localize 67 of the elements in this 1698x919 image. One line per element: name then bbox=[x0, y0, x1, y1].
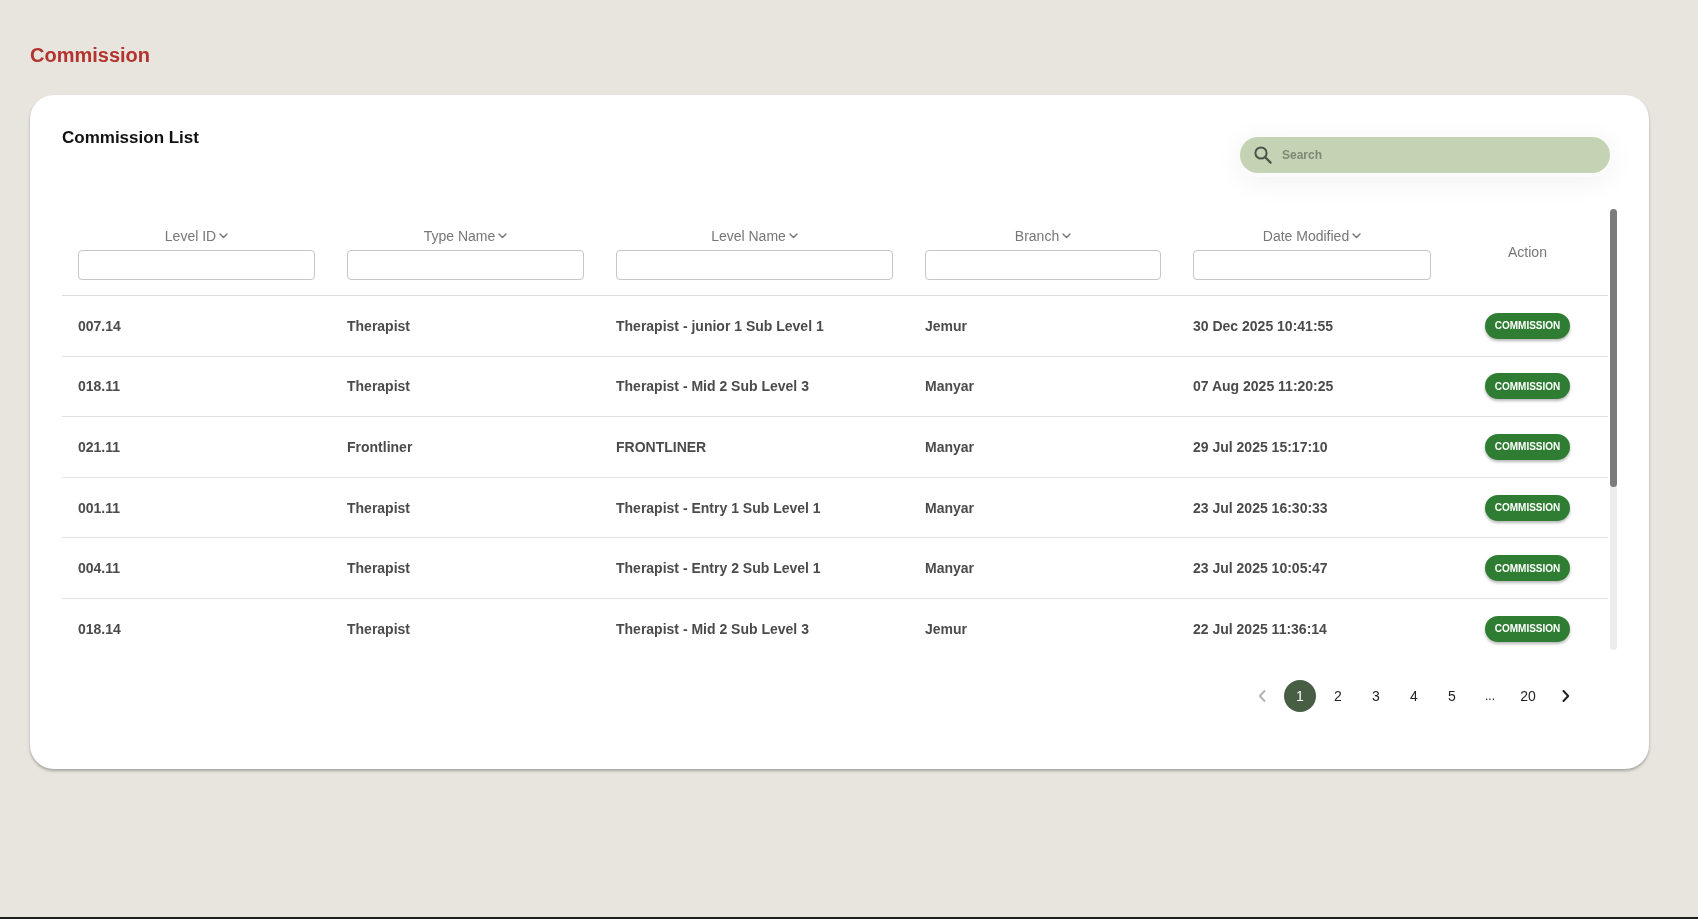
table-cell: Therapist - Entry 2 Sub Level 1 bbox=[616, 560, 821, 577]
column-header[interactable]: Level ID bbox=[164, 227, 229, 245]
commission-button[interactable]: COMMISSION bbox=[1485, 373, 1570, 400]
chevron-down-icon bbox=[1062, 233, 1072, 239]
table-cell: Therapist bbox=[347, 378, 410, 395]
page-button[interactable]: 20 bbox=[1512, 680, 1544, 712]
card-title: Commission List bbox=[62, 127, 199, 149]
table-cell: Therapist bbox=[347, 620, 410, 637]
table-cell: Therapist bbox=[347, 560, 410, 577]
table-cell: 018.11 bbox=[78, 378, 121, 395]
table-cell: Therapist - junior 1 Sub Level 1 bbox=[616, 317, 824, 334]
table-cell: 007.14 bbox=[78, 317, 121, 334]
table-cell: Therapist bbox=[347, 499, 410, 516]
table-cell: 23 Jul 2025 10:05:47 bbox=[1193, 560, 1328, 577]
table-cell: Jemur bbox=[925, 317, 968, 334]
filter-field[interactable] bbox=[347, 250, 584, 280]
column-header: Action bbox=[1508, 243, 1547, 261]
search-icon bbox=[1254, 146, 1272, 164]
table-cell: 004.11 bbox=[78, 560, 121, 577]
pagination-ellipsis: ... bbox=[1484, 688, 1496, 705]
table-cell: 23 Jul 2025 16:30:33 bbox=[1193, 499, 1328, 516]
commission-button[interactable]: COMMISSION bbox=[1485, 494, 1570, 521]
table-cell: Manyar bbox=[925, 439, 975, 455]
column-header[interactable]: Level Name bbox=[711, 227, 798, 245]
table-cell: Frontliner bbox=[347, 439, 413, 455]
filter-field[interactable] bbox=[78, 250, 315, 280]
chevron-right-icon bbox=[1562, 690, 1570, 702]
column-header[interactable]: Date Modified bbox=[1262, 227, 1362, 245]
page-button[interactable]: 4 bbox=[1398, 680, 1430, 712]
search-field[interactable]: Search bbox=[1240, 137, 1610, 173]
table-cell: Therapist - Mid 2 Sub Level 3 bbox=[616, 378, 809, 395]
table-cell: Manyar bbox=[925, 560, 975, 577]
table-cell: Manyar bbox=[925, 378, 975, 395]
table-cell: 30 Dec 2025 10:41:55 bbox=[1193, 317, 1334, 334]
table-cell: Therapist bbox=[347, 317, 410, 334]
chevron-down-icon bbox=[788, 233, 798, 239]
column-header[interactable]: Type Name bbox=[423, 227, 508, 245]
commission-button[interactable]: COMMISSION bbox=[1485, 434, 1570, 460]
table-cell: 021.11 bbox=[78, 439, 121, 455]
page-button[interactable]: 5 bbox=[1436, 680, 1468, 712]
filter-field[interactable] bbox=[616, 250, 893, 280]
table-cell: Jemur bbox=[925, 620, 968, 637]
table-cell: 22 Jul 2025 11:36:14 bbox=[1193, 620, 1327, 637]
page-button[interactable]: 2 bbox=[1322, 680, 1354, 712]
commission-button[interactable]: COMMISSION bbox=[1485, 615, 1570, 642]
table-cell: 018.14 bbox=[78, 620, 121, 637]
scrollbar-thumb[interactable] bbox=[1610, 209, 1617, 487]
chevron-down-icon bbox=[498, 233, 508, 239]
table-cell: 07 Aug 2025 11:20:25 bbox=[1193, 378, 1334, 395]
table-cell: Therapist - Entry 1 Sub Level 1 bbox=[616, 499, 821, 516]
commission-button[interactable]: COMMISSION bbox=[1485, 312, 1570, 339]
page-button[interactable]: 3 bbox=[1360, 680, 1392, 712]
page-title: Commission bbox=[30, 43, 151, 67]
chevron-left-icon bbox=[1258, 690, 1266, 702]
chevron-down-icon bbox=[1352, 233, 1362, 239]
table-cell: Therapist - Mid 2 Sub Level 3 bbox=[616, 620, 809, 637]
scrollbar-track[interactable] bbox=[1610, 209, 1617, 650]
table-cell: FRONTLINER bbox=[616, 439, 707, 455]
column-header[interactable]: Branch bbox=[1014, 227, 1072, 245]
page-button[interactable]: 1 bbox=[1284, 680, 1316, 712]
commission-button[interactable]: COMMISSION bbox=[1485, 555, 1570, 582]
table-cell: Manyar bbox=[925, 499, 975, 516]
filter-field[interactable] bbox=[925, 250, 1161, 280]
chevron-down-icon bbox=[219, 233, 229, 239]
table-cell: 001.11 bbox=[78, 499, 121, 516]
table-cell: 29 Jul 2025 15:17:10 bbox=[1193, 439, 1328, 455]
filter-field[interactable] bbox=[1193, 250, 1431, 280]
